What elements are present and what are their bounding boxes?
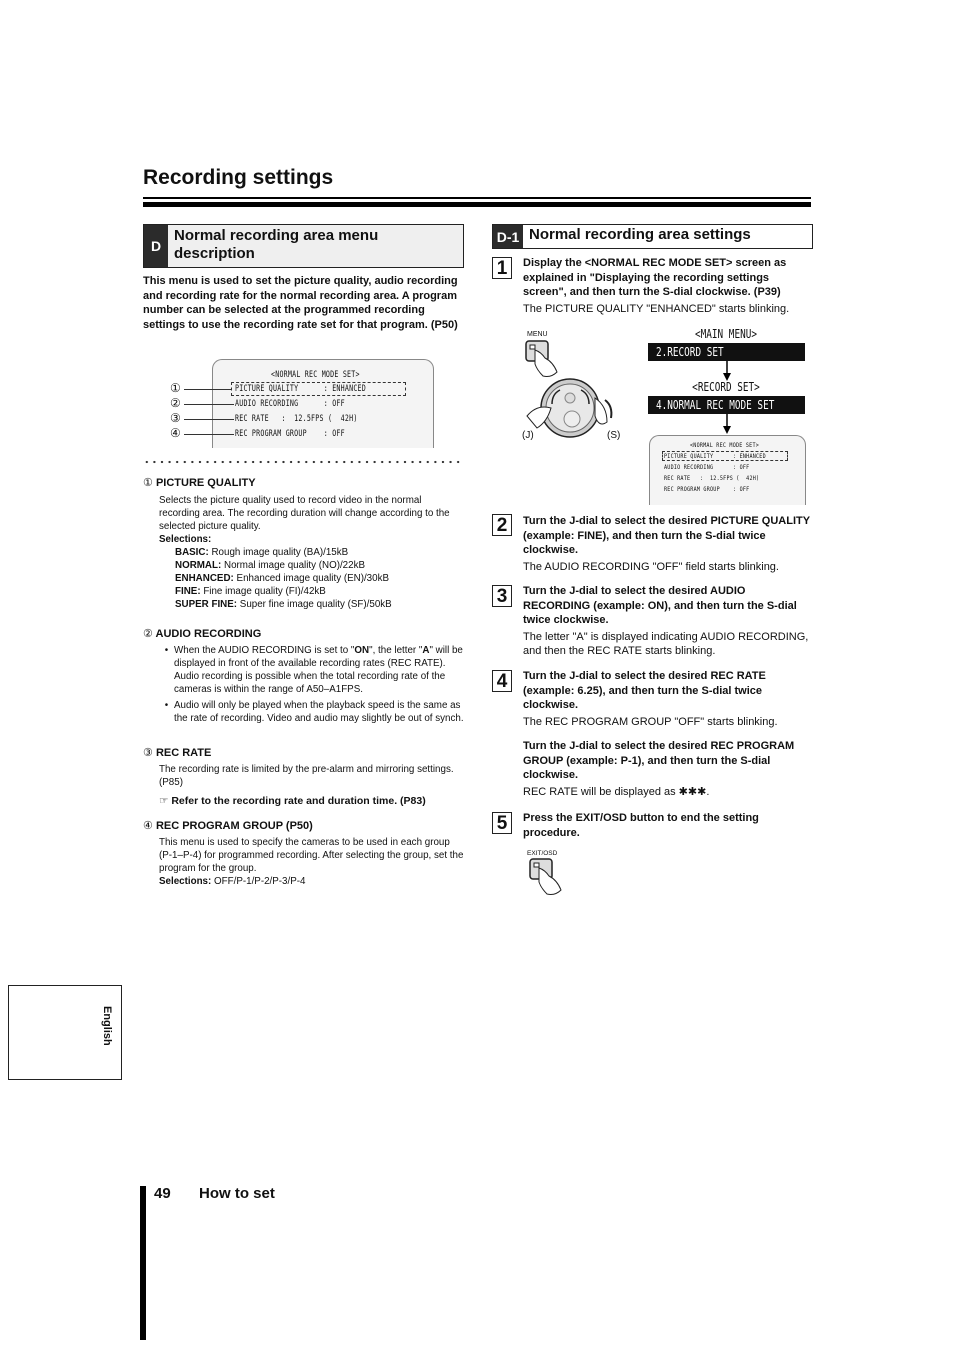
selection-row: BASIC: Rough image quality (BA)/15kB bbox=[175, 547, 349, 558]
leader-line bbox=[184, 419, 234, 420]
osd-title: <NORMAL REC MODE SET> bbox=[271, 370, 360, 380]
step-5: Press the EXIT/OSD button to end the set… bbox=[523, 812, 759, 839]
exit-osd-button-icon bbox=[529, 858, 562, 895]
page-number: 49 bbox=[154, 1185, 171, 1202]
item-audio-recording: ② AUDIO RECORDING • When the AUDIO RECOR… bbox=[143, 627, 465, 725]
step-1: Display the <NORMAL REC MODE SET> screen… bbox=[523, 257, 790, 315]
callout-1: ① bbox=[170, 381, 181, 395]
menu-button-icon bbox=[525, 340, 558, 377]
step-2: Turn the J-dial to select the desired PI… bbox=[523, 515, 810, 573]
leader-line bbox=[184, 434, 234, 435]
page-title: Recording settings bbox=[143, 166, 334, 189]
section-d1-header: D-1 Normal recording area settings bbox=[492, 224, 813, 249]
record-set-label: <RECORD SET> bbox=[692, 380, 760, 394]
step-4: Turn the J-dial to select the desired RE… bbox=[523, 670, 795, 798]
osd-line: AUDIO RECORDING : OFF bbox=[664, 463, 750, 471]
callout-2: ② bbox=[170, 396, 181, 410]
exit-osd-label: EXIT/OSD bbox=[527, 850, 558, 857]
item-text: The recording rate is limited by the pre… bbox=[159, 764, 454, 788]
selections-row: Selections: OFF/P-1/P-2/P-3/P-4 bbox=[159, 876, 306, 887]
osd-line: REC RATE : 12.5FPS ( 42H) bbox=[664, 474, 760, 482]
step-number: 3 bbox=[492, 585, 512, 607]
bullet-item: • Audio will only be played when the pla… bbox=[164, 700, 464, 724]
selection-row: NORMAL: Normal image quality (NO)/22kB bbox=[175, 560, 366, 571]
language-tab: English bbox=[8, 985, 122, 1080]
main-menu-label: <MAIN MENU> bbox=[694, 327, 757, 341]
title-rule-thin bbox=[143, 197, 811, 199]
footer-bar bbox=[140, 1186, 146, 1340]
osd-screen: <NORMAL REC MODE SET> PICTURE QUALITY : … bbox=[212, 359, 434, 448]
osd-line: PICTURE QUALITY : ENHANCED bbox=[235, 384, 367, 394]
item-rec-rate: ③ REC RATE The recording rate is limited… bbox=[143, 746, 465, 807]
item-picture-quality: ① PICTURE QUALITY Selects the picture qu… bbox=[143, 476, 465, 611]
selections-label: Selections: bbox=[159, 534, 212, 545]
selection-row: FINE: Fine image quality (FI)/42kB bbox=[175, 586, 326, 597]
item-num: ② bbox=[143, 628, 153, 640]
step-number: 2 bbox=[492, 514, 512, 536]
item-title: AUDIO RECORDING bbox=[155, 628, 262, 640]
main-menu-item: 2.RECORD SET bbox=[648, 343, 805, 361]
dotted-divider bbox=[143, 460, 463, 464]
step-number: 1 bbox=[492, 257, 512, 279]
step-number: 4 bbox=[492, 670, 512, 692]
selection-row: ENHANCED: Enhanced image quality (EN)/30… bbox=[175, 573, 390, 584]
record-set-item: 4.NORMAL REC MODE SET bbox=[648, 396, 805, 414]
osd-line: REC PROGRAM GROUP : OFF bbox=[235, 429, 345, 439]
section-badge: D-1 bbox=[493, 225, 523, 248]
footer-section-title: How to set bbox=[199, 1185, 275, 1202]
item-title: REC PROGRAM GROUP (P50) bbox=[155, 820, 313, 832]
osd-line: AUDIO RECORDING : OFF bbox=[235, 399, 345, 409]
section-d-header: D Normal recording area menu description bbox=[143, 224, 464, 268]
step-number: 5 bbox=[492, 812, 512, 834]
leader-line bbox=[184, 389, 232, 390]
selection-row: SUPER FINE: Super fine image quality (SF… bbox=[175, 599, 392, 610]
reference-icon: ☞ bbox=[159, 795, 169, 807]
reference-note: ☞ Refer to the recording rate and durati… bbox=[159, 795, 426, 807]
osd-line: REC RATE : 12.5FPS ( 42H) bbox=[235, 414, 358, 424]
item-num: ③ bbox=[143, 747, 153, 759]
item-text: Selects the picture quality used to reco… bbox=[159, 495, 450, 532]
j-dial-label: (J) bbox=[522, 430, 534, 441]
s-dial-label: (S) bbox=[607, 430, 621, 441]
item-title: PICTURE QUALITY bbox=[155, 477, 256, 489]
item-text: This menu is used to specify the cameras… bbox=[159, 837, 464, 874]
bullet-item: • When the AUDIO RECORDING is set to "ON… bbox=[164, 645, 463, 695]
item-rec-program-group: ④ REC PROGRAM GROUP (P50) This menu is u… bbox=[143, 819, 465, 888]
section-heading: Normal recording area settings bbox=[529, 226, 751, 243]
step-3: Turn the J-dial to select the desired AU… bbox=[523, 585, 809, 657]
osd-title: <NORMAL REC MODE SET> bbox=[690, 441, 760, 449]
language-label: English bbox=[101, 1006, 113, 1046]
section-badge: D bbox=[144, 225, 168, 267]
item-num: ① bbox=[143, 477, 153, 489]
intro-text: This menu is used to set the picture qua… bbox=[143, 275, 458, 331]
item-num: ④ bbox=[143, 820, 153, 832]
osd-line: PICTURE QUALITY : ENHANCED bbox=[664, 452, 766, 460]
title-rule-thick bbox=[143, 202, 811, 207]
item-title: REC RATE bbox=[155, 747, 212, 759]
jog-shuttle-dial-icon bbox=[526, 378, 613, 438]
osd-screen-small: <NORMAL REC MODE SET> PICTURE QUALITY : … bbox=[649, 435, 806, 505]
callout-4: ④ bbox=[170, 426, 181, 440]
section-heading: Normal recording area menu description bbox=[174, 227, 379, 262]
osd-line: REC PROGRAM GROUP : OFF bbox=[664, 485, 750, 493]
arrow-down-icon bbox=[723, 414, 731, 434]
callout-3: ③ bbox=[170, 411, 181, 425]
leader-line bbox=[184, 404, 234, 405]
menu-button-label: MENU bbox=[527, 331, 548, 338]
